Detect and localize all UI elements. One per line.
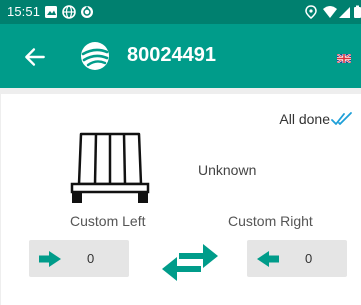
left-counter-value: 0: [87, 251, 95, 266]
location-icon: [305, 5, 317, 19]
arrow-left-icon: [257, 251, 279, 267]
right-counter-value: 0: [305, 251, 313, 266]
gallery-icon: [45, 6, 57, 18]
pallet-card: All done Unknown Custom Left Custom Righ…: [1, 94, 361, 305]
left-counter[interactable]: 0: [29, 240, 129, 277]
signal-icon: [339, 7, 350, 18]
condition-text: Unknown: [198, 162, 257, 178]
pallet-icon: [70, 132, 150, 203]
battery-icon: [354, 5, 361, 18]
swap-arrows-icon[interactable]: [161, 239, 219, 285]
wifi-icon: [323, 6, 337, 18]
globe-icon: [62, 5, 76, 19]
sync-icon: [81, 6, 93, 18]
arrow-right-icon: [39, 251, 61, 267]
back-arrow-icon[interactable]: [22, 44, 48, 70]
status-bar: 15:51: [0, 0, 361, 24]
page-title: 80024491: [127, 44, 216, 66]
notification-icons: [45, 5, 93, 19]
uk-flag-icon[interactable]: [337, 54, 351, 63]
right-side-label: Custom Right: [228, 213, 313, 229]
status-time: 15:51: [7, 4, 41, 19]
system-icons: [305, 5, 361, 19]
app-logo-icon: [81, 42, 109, 70]
right-counter[interactable]: 0: [247, 240, 347, 277]
app-bar: 80024491: [0, 24, 361, 88]
status-text: All done: [279, 111, 330, 127]
left-side-label: Custom Left: [70, 213, 146, 229]
double-check-icon: [331, 112, 352, 125]
